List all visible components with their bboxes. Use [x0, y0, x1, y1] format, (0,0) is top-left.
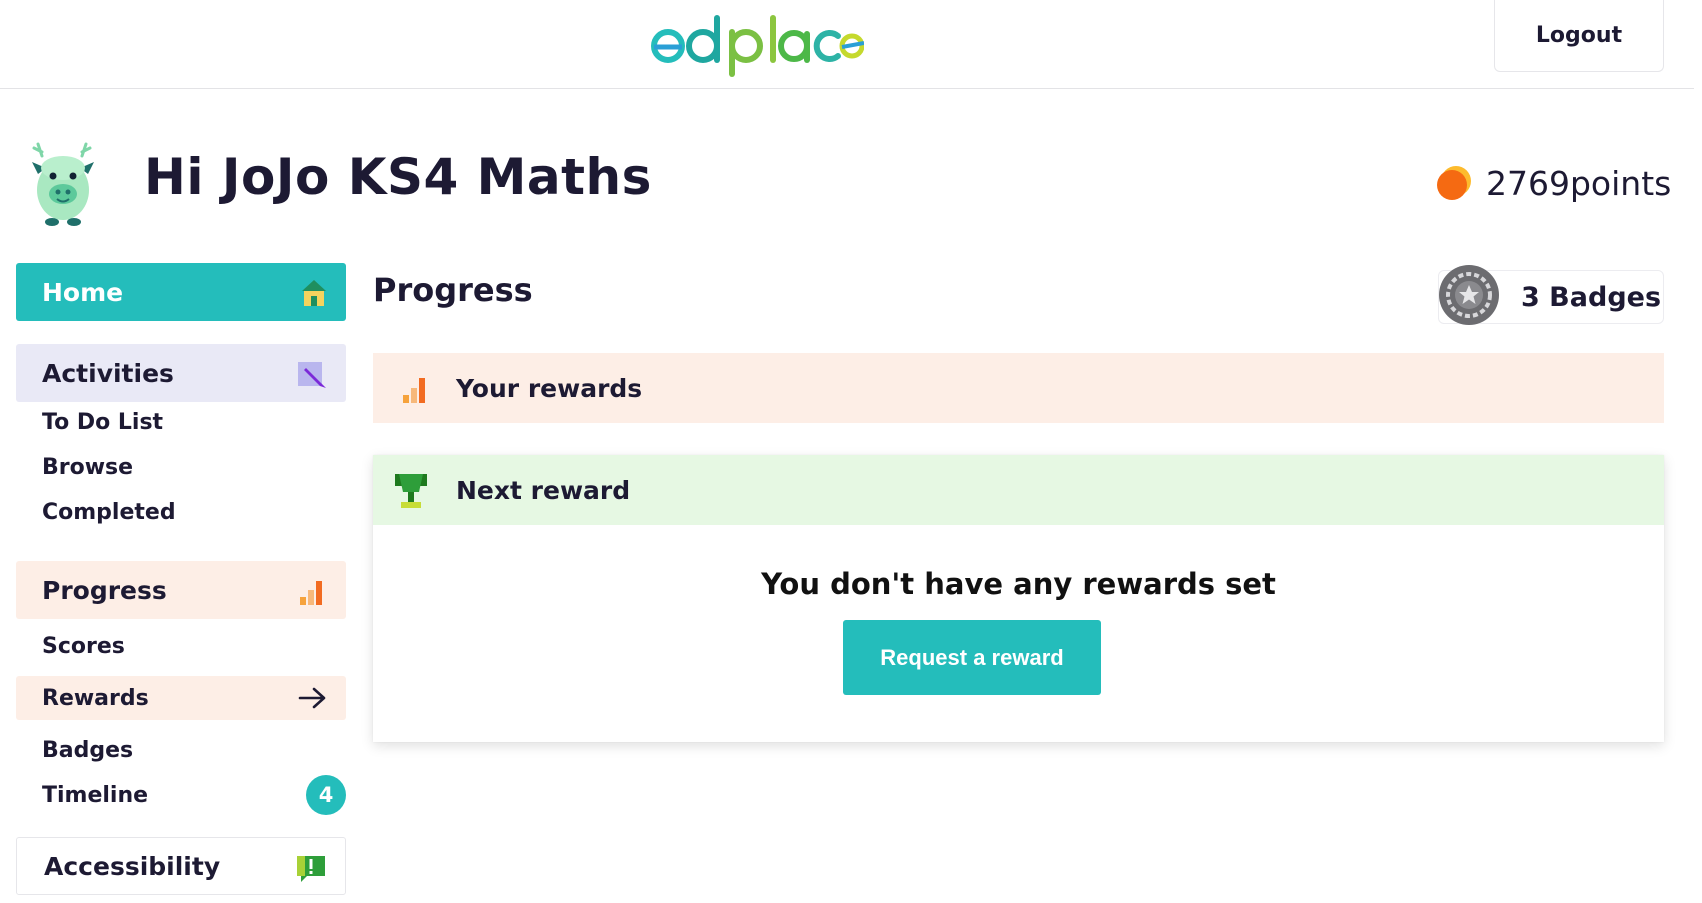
top-header: Logout — [0, 0, 1702, 89]
next-reward-card: Next reward You don't have any rewards s… — [373, 455, 1664, 742]
speech-exclamation-icon — [297, 856, 325, 882]
badges-count-label: 3 Badges — [1521, 281, 1662, 313]
scrollbar[interactable] — [1694, 0, 1702, 903]
greeting-title: Hi JoJo KS4 Maths — [144, 148, 652, 206]
medal-icon — [1439, 265, 1499, 325]
edplace-logo[interactable] — [648, 8, 864, 78]
empty-rewards-message: You don't have any rewards set — [761, 567, 1276, 601]
sidebar-item-label: To Do List — [42, 409, 164, 435]
sidebar-item-label: Scores — [42, 633, 125, 659]
sidebar-item-label: Progress — [42, 575, 167, 605]
sidebar-section-activities[interactable]: Activities — [16, 344, 346, 402]
sidebar-item-label: Timeline — [42, 782, 149, 808]
sidebar-section-progress[interactable]: Progress — [16, 561, 346, 619]
page-title: Progress — [373, 271, 533, 309]
sidebar-item-scores[interactable]: Scores — [16, 624, 346, 668]
sidebar-item-rewards[interactable]: Rewards — [16, 676, 346, 720]
arrow-right-icon — [298, 687, 326, 709]
home-icon — [302, 280, 326, 306]
request-reward-button[interactable]: Request a reward — [843, 620, 1101, 695]
next-reward-label: Next reward — [456, 475, 631, 505]
pencil-icon — [298, 362, 326, 388]
sidebar-item-label: Home — [42, 277, 124, 307]
sidebar-item-label: Activities — [42, 358, 174, 388]
bar-chart-icon — [300, 581, 322, 605]
sidebar-item-todo-list[interactable]: To Do List — [16, 400, 346, 444]
coin-icon — [1437, 166, 1471, 200]
trophy-icon — [395, 474, 427, 508]
bar-chart-icon — [403, 378, 425, 403]
your-rewards-panel[interactable]: Your rewards — [373, 353, 1664, 423]
sidebar-item-badges[interactable]: Badges — [16, 728, 346, 772]
points-value: 2769points — [1486, 163, 1672, 203]
sidebar-item-label: Badges — [42, 737, 134, 763]
sidebar-item-home[interactable]: Home — [16, 263, 346, 321]
avatar[interactable] — [24, 138, 102, 226]
timeline-count-badge: 4 — [306, 775, 346, 815]
sidebar-item-timeline[interactable]: Timeline 4 — [16, 773, 346, 817]
logout-button[interactable]: Logout — [1494, 0, 1664, 72]
next-reward-header: Next reward — [373, 455, 1664, 525]
sidebar-item-browse[interactable]: Browse — [16, 445, 346, 489]
points-display: 2769points — [1436, 160, 1671, 206]
sidebar-item-label: Completed — [42, 499, 176, 525]
sidebar-section-accessibility[interactable]: Accessibility — [16, 837, 346, 895]
sidebar-item-label: Browse — [42, 454, 134, 480]
sidebar-item-label: Accessibility — [44, 851, 221, 881]
sidebar-item-label: Rewards — [42, 685, 149, 711]
sidebar-item-completed[interactable]: Completed — [16, 490, 346, 534]
your-rewards-label: Your rewards — [456, 373, 643, 403]
